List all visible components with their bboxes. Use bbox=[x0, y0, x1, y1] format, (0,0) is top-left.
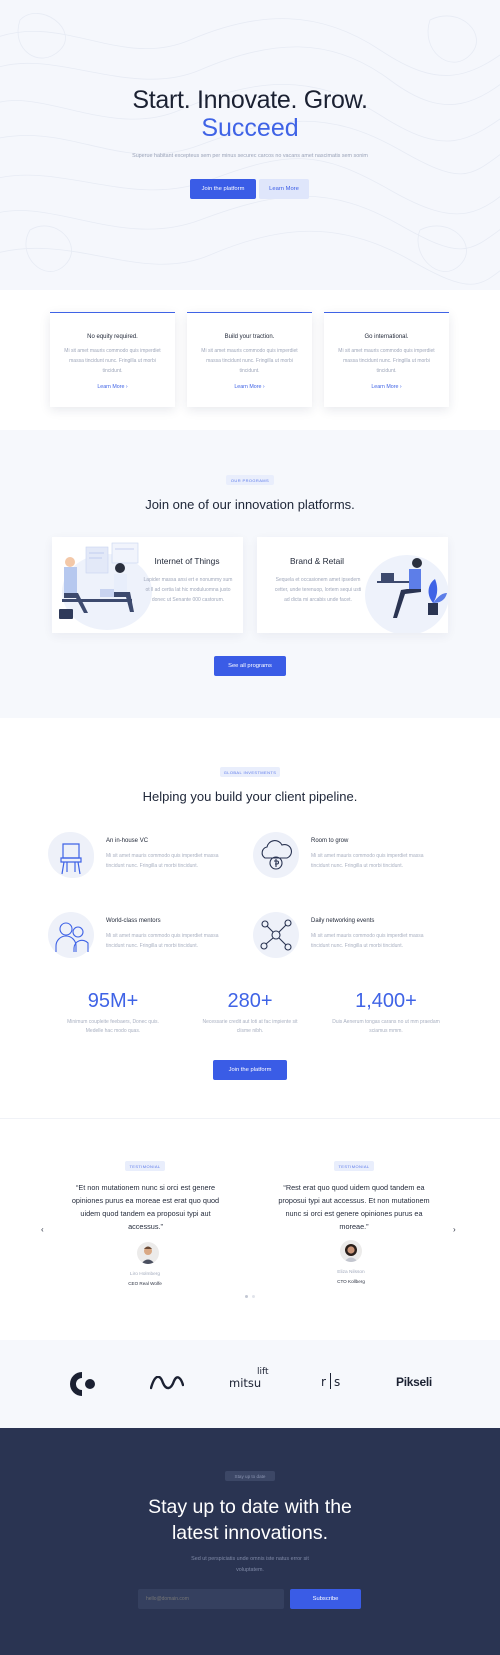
testimonial-name: Eliza Nilsson bbox=[337, 1270, 365, 1275]
newsletter-eyebrow: Stay up to date bbox=[225, 1471, 275, 1481]
network-icon bbox=[253, 912, 299, 958]
testimonial-name: Liro Holmberg bbox=[129, 1272, 161, 1277]
program-card-title: Internet of Things bbox=[154, 556, 220, 566]
s-logo: s bbox=[334, 1375, 341, 1389]
testimonial-role: CEO Real Wolfe bbox=[128, 1281, 162, 1286]
program-card-desc: Sequela et occasionem amet ipsedem cette… bbox=[274, 577, 362, 603]
topo-pattern bbox=[0, 13, 500, 285]
chair-icon bbox=[48, 832, 94, 878]
subscribe-button[interactable]: Subscribe bbox=[290, 1589, 361, 1609]
avatar bbox=[340, 1240, 362, 1262]
page: Start. Innovate. Grow. Succeed Superue h… bbox=[0, 0, 500, 1655]
carousel-next-icon[interactable]: › bbox=[453, 1225, 456, 1234]
pipeline-item-title: An in-house VC bbox=[106, 838, 149, 844]
newsletter-title-line: Stay up to date with the bbox=[148, 1496, 352, 1518]
testimonial-badge: TESTIMONIAL bbox=[125, 1161, 165, 1171]
lift-logo: lift bbox=[257, 1367, 269, 1377]
programs-title: Join one of our innovation platforms. bbox=[145, 497, 355, 512]
pipeline-title: Helping you build your client pipeline. bbox=[142, 789, 358, 804]
feature-learn-more-link[interactable]: Learn More › bbox=[324, 384, 449, 390]
newsletter-subtitle-line: Sed ut perspiciatis unde omnis iste natu… bbox=[191, 1556, 309, 1562]
feature-learn-more-link[interactable]: Learn More › bbox=[187, 384, 312, 390]
feature-title: Go international. bbox=[364, 334, 409, 340]
stat-value: 1,400+ bbox=[355, 990, 417, 1012]
program-card-iot[interactable]: Internet of Things Lapider massa ansi er… bbox=[52, 537, 243, 633]
wave-logo-icon bbox=[150, 1376, 184, 1390]
carousel-dot[interactable] bbox=[252, 1295, 255, 1298]
hero-accent-title: Succeed bbox=[201, 114, 299, 142]
carousel-prev-icon[interactable]: ‹ bbox=[41, 1225, 44, 1234]
pipeline-item-desc: Mi sit amet mauris commodo quis imperdie… bbox=[311, 853, 424, 869]
pikseli-logo: Pikseli bbox=[396, 1375, 432, 1389]
feature-card: No equity required. Mi sit amet mauris c… bbox=[50, 312, 175, 407]
mitsu-logo: mitsu bbox=[229, 1376, 262, 1390]
cloud-money-icon bbox=[253, 832, 299, 878]
pipeline-eyebrow: GLOBAL INVESTMENTS bbox=[220, 767, 280, 777]
people-icon bbox=[48, 912, 94, 958]
program-card-desc: Lapider massa ansi ert e nonummy sum ot … bbox=[143, 577, 233, 603]
pipeline-item-desc: Mi sit amet mauris commodo quis imperdie… bbox=[311, 933, 424, 949]
hero-title: Start. Innovate. Grow. bbox=[132, 86, 368, 114]
testimonial-quote: “Et non mutationem nunc si orci est gene… bbox=[71, 1183, 220, 1231]
newsletter-title: Stay up to date with the latest innovati… bbox=[0, 1494, 500, 1546]
testimonial-badge: TESTIMONIAL bbox=[334, 1161, 374, 1171]
stat-desc: Duis Aenerum tongas carans no ut mm prae… bbox=[332, 1019, 440, 1034]
feature-title: Build your traction. bbox=[224, 334, 275, 340]
newsletter-subtitle: Sed ut perspiciatis unde omnis iste natu… bbox=[0, 1554, 500, 1576]
stat-desc: Minimum coupleite feebaers, Donec quis. … bbox=[67, 1019, 159, 1034]
pipeline-item-title: Daily networking events bbox=[311, 918, 375, 924]
learn-more-button[interactable]: Learn More bbox=[259, 179, 309, 199]
testimonial-quote: “Rest erat quo quod uidem quod tandem ea… bbox=[278, 1183, 430, 1231]
programs-eyebrow: OUR PROGRAMS bbox=[226, 475, 274, 485]
join-platform-button-2[interactable]: Join the platform bbox=[213, 1060, 287, 1080]
rs-logo-divider bbox=[330, 1373, 331, 1389]
feature-desc: Mi sit amet mauris commodo quis imperdie… bbox=[338, 348, 435, 374]
pipeline-item-title: Room to grow bbox=[311, 838, 349, 844]
email-field[interactable] bbox=[138, 1589, 284, 1609]
see-all-programs-button[interactable]: See all programs bbox=[214, 656, 286, 676]
feature-card: Go international. Mi sit amet mauris com… bbox=[324, 312, 449, 407]
pipeline-item-desc: Mi sit amet mauris commodo quis imperdie… bbox=[106, 933, 219, 949]
join-platform-button[interactable]: Join the platform bbox=[190, 179, 256, 199]
stat-value: 95M+ bbox=[87, 990, 139, 1012]
newsletter-title-line: latest innovations. bbox=[171, 1522, 329, 1544]
stat-value: 280+ bbox=[227, 990, 273, 1012]
circle-c-logo-icon bbox=[70, 1372, 95, 1396]
r-logo: r bbox=[321, 1375, 326, 1389]
program-card-title: Brand & Retail bbox=[290, 556, 344, 566]
avatar bbox=[137, 1242, 159, 1264]
hero-subtitle: Superue habitant excepteus sem per minus… bbox=[132, 153, 368, 159]
feature-desc: Mi sit amet mauris commodo quis imperdie… bbox=[64, 348, 161, 374]
hero-section: Start. Innovate. Grow. Succeed Superue h… bbox=[0, 0, 500, 290]
testimonial-role: CTO Kollberg bbox=[337, 1279, 365, 1284]
pipeline-item-desc: Mi sit amet mauris commodo quis imperdie… bbox=[106, 853, 219, 869]
feature-card: Build your traction. Mi sit amet mauris … bbox=[187, 312, 312, 407]
newsletter-subtitle-line: voluptatem. bbox=[236, 1567, 264, 1573]
feature-title: No equity required. bbox=[87, 334, 138, 340]
feature-desc: Mi sit amet mauris commodo quis imperdie… bbox=[201, 348, 298, 374]
stat-desc: Necessarie credit aut loti at fac impien… bbox=[202, 1019, 298, 1034]
program-card-retail[interactable]: Brand & Retail Sequela et occasionem ame… bbox=[257, 537, 448, 633]
feature-learn-more-link[interactable]: Learn More › bbox=[50, 384, 175, 390]
carousel-dot[interactable] bbox=[245, 1295, 248, 1298]
pipeline-item-title: World-class mentors bbox=[106, 918, 161, 924]
